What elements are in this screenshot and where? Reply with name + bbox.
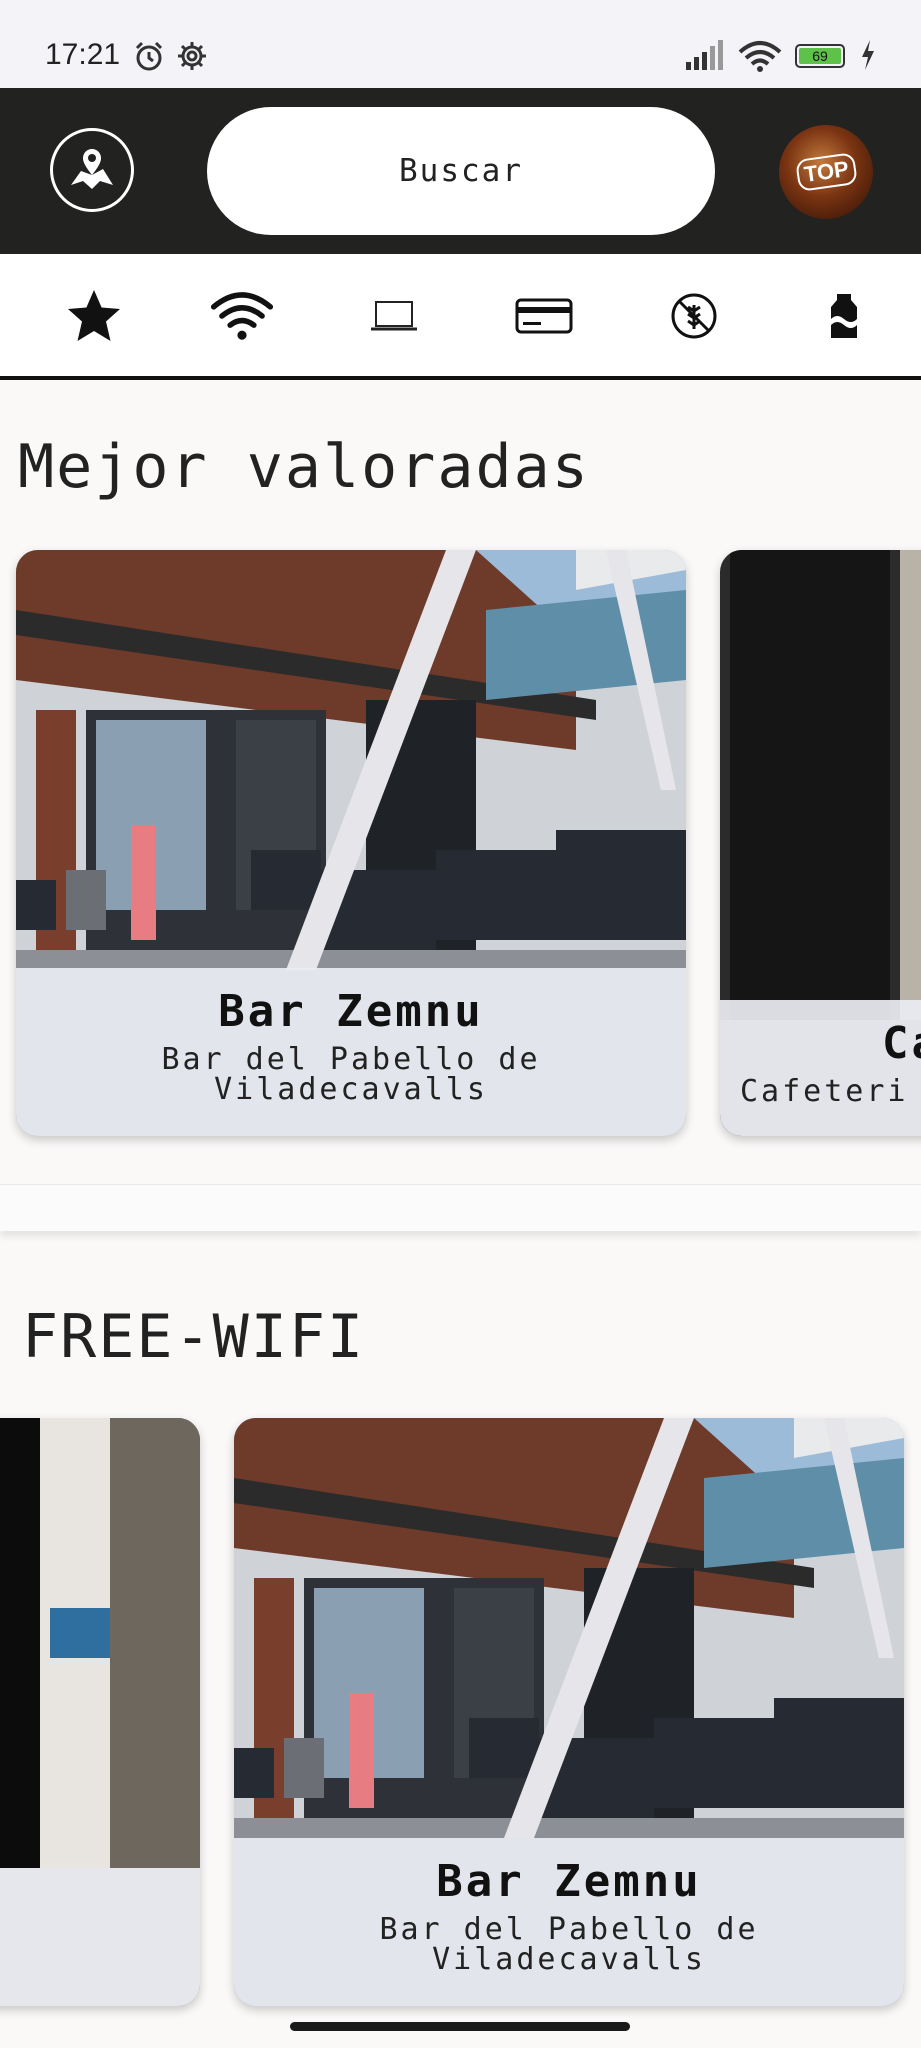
section-title-free-wifi: FREE-WIFI bbox=[22, 1302, 366, 1372]
venue-subtitle: Cafeteri bbox=[740, 1074, 909, 1109]
credit-card-icon bbox=[515, 298, 573, 334]
map-button[interactable] bbox=[50, 128, 134, 212]
venue-caption: Bar Zemnu Bar del Pabello de Viladecaval… bbox=[234, 1838, 904, 2006]
laptop-icon bbox=[371, 301, 417, 331]
venue-subtitle: Bar del Pabello de bbox=[161, 1042, 541, 1077]
venue-subtitle: Bar del Pabello de bbox=[379, 1912, 759, 1947]
section-divider bbox=[0, 1184, 921, 1231]
settings-gear-icon bbox=[178, 42, 206, 70]
gluten-free-icon bbox=[671, 293, 717, 339]
venue-card[interactable]: Bar Zemnu Bar del Pabello de Viladecaval… bbox=[234, 1418, 904, 2006]
filter-lactose-free[interactable] bbox=[812, 284, 876, 348]
charging-icon bbox=[862, 40, 874, 70]
venue-card[interactable] bbox=[0, 1418, 200, 2006]
venue-subtitle-line2: Viladecavalls bbox=[214, 1072, 488, 1107]
venue-caption: Ca Cafeteri bbox=[720, 1000, 921, 1136]
milk-carton-icon bbox=[831, 294, 857, 338]
venue-subtitle-line2: Viladecavalls bbox=[432, 1942, 706, 1977]
venue-card[interactable]: Ca Cafeteri bbox=[720, 550, 921, 1136]
venue-title: Bar Zemnu bbox=[218, 986, 484, 1037]
filter-gluten-free[interactable] bbox=[662, 284, 726, 348]
battery-icon: 69 bbox=[795, 44, 845, 68]
search-button[interactable]: Buscar bbox=[207, 107, 715, 235]
wifi-icon bbox=[210, 292, 274, 340]
filter-laptop[interactable] bbox=[362, 284, 426, 348]
filter-wifi[interactable] bbox=[210, 284, 274, 348]
venue-title: Bar Zemnu bbox=[436, 1856, 702, 1907]
logo-text: TOP bbox=[794, 152, 858, 192]
venue-caption-empty bbox=[0, 1868, 200, 2006]
app-logo[interactable]: TOP bbox=[779, 125, 873, 219]
battery-level: 69 bbox=[799, 48, 841, 64]
venue-card[interactable]: Bar Zemnu Bar del Pabello de Viladecaval… bbox=[16, 550, 686, 1136]
wifi-status-icon bbox=[738, 41, 782, 72]
status-bar: 17:21 69 bbox=[0, 0, 921, 88]
filter-bar bbox=[0, 254, 921, 380]
filter-card-payment[interactable] bbox=[512, 284, 576, 348]
venue-caption: Bar Zemnu Bar del Pabello de Viladecaval… bbox=[16, 968, 686, 1136]
home-indicator[interactable] bbox=[290, 2022, 630, 2031]
section-title-top-rated: Mejor valoradas bbox=[18, 432, 590, 502]
status-time: 17:21 bbox=[45, 38, 121, 71]
map-pin-icon bbox=[71, 149, 113, 189]
filter-top-rated[interactable] bbox=[62, 284, 126, 348]
venue-title: Ca bbox=[882, 1018, 921, 1069]
star-icon bbox=[68, 290, 120, 341]
alarm-icon bbox=[135, 41, 163, 71]
signal-icon bbox=[686, 40, 723, 70]
